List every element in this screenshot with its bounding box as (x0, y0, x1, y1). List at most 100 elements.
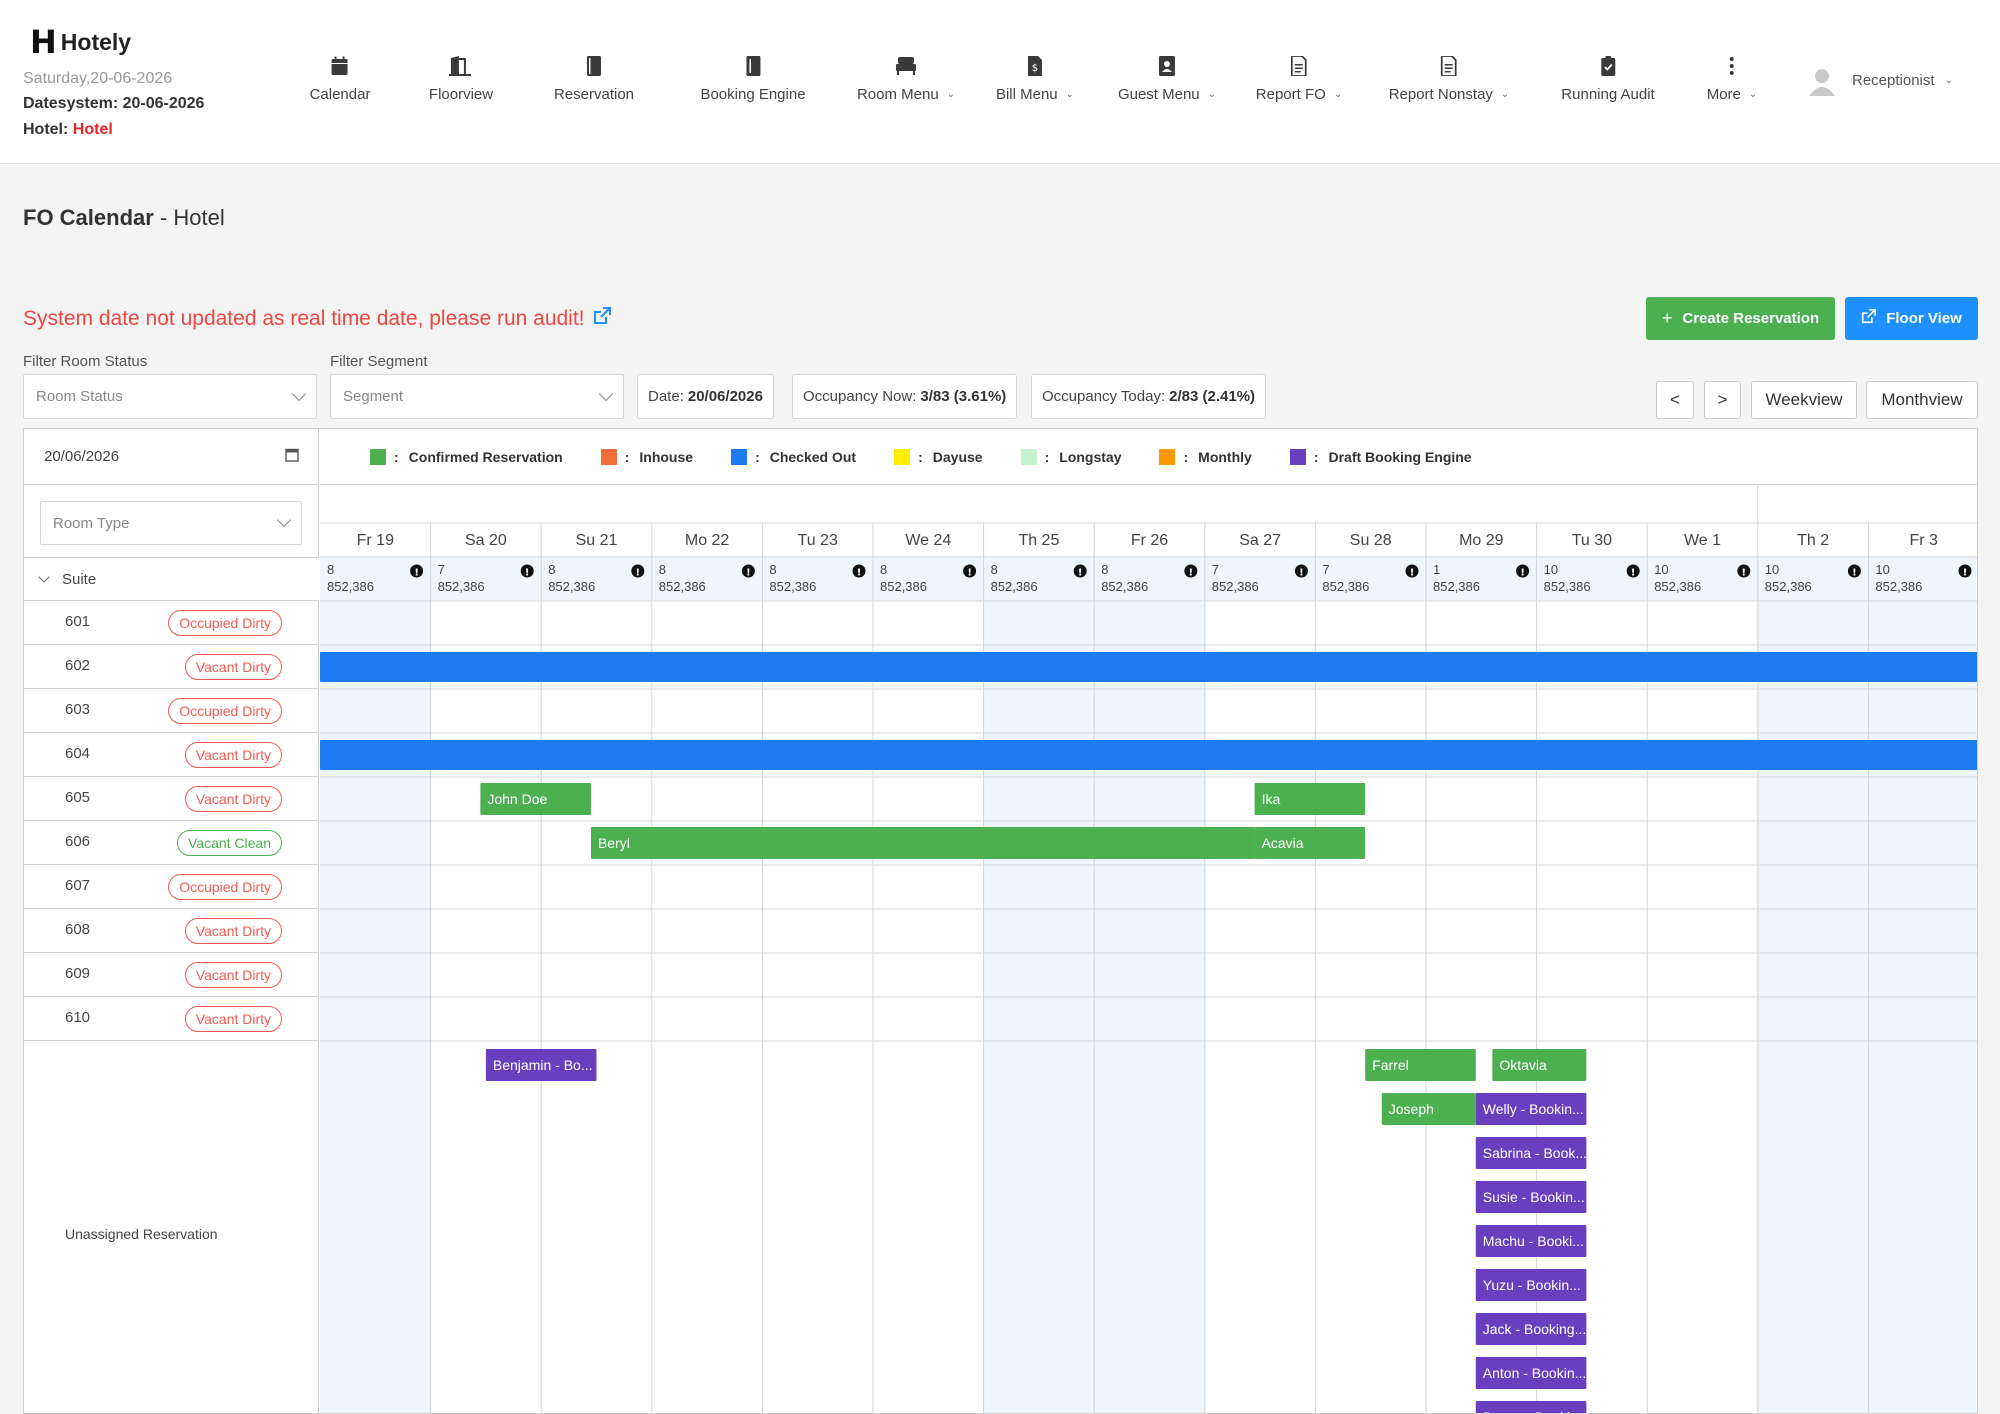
calendar-icon[interactable] (285, 448, 299, 466)
nav-report-fo[interactable]: Report FO ⌄ (1256, 54, 1342, 106)
monthview-button[interactable]: Monthview (1866, 381, 1978, 419)
nav-more[interactable]: More ⌄ (1707, 54, 1757, 106)
reservation-bar[interactable] (320, 652, 1978, 682)
room-status-badge[interactable]: Vacant Dirty (184, 918, 282, 944)
room-status-placeholder: Room Status (36, 388, 123, 405)
reservation-label[interactable]: Beryl (598, 835, 630, 851)
day-label: Sa 20 (465, 532, 507, 549)
clipboard-check-icon (1600, 54, 1616, 78)
brand-name: Hotely (60, 28, 132, 55)
nav-guest-menu[interactable]: Guest Menu ⌄ (1118, 54, 1216, 106)
bed-icon (895, 54, 917, 78)
reservation-label[interactable]: Ika (1262, 791, 1281, 807)
room-type-select[interactable]: Room Type (40, 501, 302, 545)
brand-mark: H (30, 23, 57, 61)
room-row[interactable]: 602 Vacant Dirty (24, 645, 319, 689)
reservation-label[interactable]: Machu - Booki... (1483, 1233, 1584, 1249)
room-row[interactable]: 608 Vacant Dirty (24, 909, 319, 953)
available-count: 1 (1433, 562, 1440, 577)
reservation-label[interactable]: Yuzu - Bookin... (1483, 1277, 1581, 1293)
reservation-label[interactable]: Oktavia (1499, 1057, 1547, 1073)
room-status-badge[interactable]: Vacant Dirty (184, 962, 282, 988)
nav-label: Report FO (1255, 86, 1326, 103)
reservation-label[interactable]: Susie - Bookin... (1483, 1189, 1585, 1205)
top-navbar: H Hotely Saturday,20-06-2026 Datesystem:… (0, 0, 2000, 164)
nav-reservation[interactable]: Reservation (554, 54, 634, 106)
prev-button[interactable]: < (1656, 381, 1694, 419)
nav-calendar[interactable]: Calendar (310, 54, 370, 106)
chevron-down-icon: ⌄ (1065, 89, 1075, 100)
legend-item: : Inhouse (600, 448, 693, 465)
system-date: Datesystem: 20-06-2026 (23, 95, 205, 112)
room-row[interactable]: 610 Vacant Dirty (24, 997, 319, 1041)
reservation-label[interactable]: Farrel (1372, 1057, 1409, 1073)
legend-label: Draft Booking Engine (1328, 448, 1472, 465)
user-avatar-icon[interactable] (1807, 66, 1837, 96)
room-status-badge[interactable]: Vacant Dirty (184, 742, 282, 768)
reservation-label[interactable]: John Doe (487, 791, 547, 807)
room-status-badge[interactable]: Occupied Dirty (168, 610, 282, 636)
reservation-label[interactable]: Sabrina - Book... (1483, 1145, 1587, 1161)
segment-select[interactable]: Segment (330, 374, 624, 419)
room-status-badge[interactable]: Vacant Dirty (184, 786, 282, 812)
weekview-button[interactable]: Weekview (1751, 381, 1857, 419)
create-reservation-button[interactable]: + Create Reservation (1646, 297, 1835, 340)
room-status-badge[interactable]: Vacant Dirty (184, 654, 282, 680)
day-price: 852,386 (1544, 579, 1591, 594)
day-price: 852,386 (327, 579, 374, 594)
reservation-label[interactable]: Acavia (1262, 835, 1304, 851)
nav-booking-engine[interactable]: Booking Engine (700, 54, 806, 106)
reservation-bar[interactable] (320, 740, 1978, 770)
nav-floorview[interactable]: Floorview (429, 54, 493, 106)
chevron-down-icon: ⌄ (1207, 89, 1217, 100)
floor-view-label: Floor View (1886, 310, 1962, 327)
info-icon-glyph: ! (1410, 568, 1415, 579)
reservation-grid: Fr 19 8 852,386! Sa 20 7 852,386! Su 21 8 852,38… (320, 486, 1978, 1414)
brand-logo[interactable]: H Hotely (30, 26, 131, 58)
reservation-label[interactable]: Welly - Bookin... (1483, 1101, 1584, 1117)
reservation-label[interactable]: Benjamin - Bo... (493, 1057, 593, 1073)
book-icon (744, 54, 762, 78)
room-status-badge[interactable]: Vacant Clean (176, 830, 282, 856)
room-status-badge[interactable]: Occupied Dirty (168, 698, 282, 724)
chevron-down-icon (598, 386, 614, 401)
nav-running-audit[interactable]: Running Audit (1561, 54, 1655, 106)
next-button[interactable]: > (1704, 381, 1741, 419)
room-row[interactable]: 603 Occupied Dirty (24, 689, 319, 733)
day-price: 852,386 (1765, 579, 1812, 594)
info-icon-glyph: ! (1299, 568, 1304, 579)
nav-report-nonstay[interactable]: Report Nonstay ⌄ (1389, 54, 1509, 106)
day-label: Mo 22 (685, 532, 730, 549)
user-menu[interactable]: Receptionist ⌄ (1852, 72, 1953, 89)
room-group-suite[interactable]: Suite (24, 557, 319, 601)
reservation-label[interactable]: Jack - Booking... (1483, 1321, 1587, 1337)
reservation-label[interactable]: Benny - Booki... (1483, 1409, 1582, 1414)
room-row[interactable]: 601 Occupied Dirty (24, 601, 319, 645)
room-status-badge[interactable]: Occupied Dirty (168, 874, 282, 900)
report-icon (1291, 54, 1307, 78)
weekend-column-shade (320, 601, 431, 1413)
available-count: 10 (1875, 562, 1889, 577)
available-count: 10 (1654, 562, 1668, 577)
reservation-bar[interactable] (590, 827, 1255, 859)
day-label: We 1 (1684, 532, 1721, 549)
calendar-date-input[interactable]: 20/06/2026 (24, 429, 319, 485)
date-chip-value: 20/06/2026 (687, 388, 763, 405)
external-link-icon[interactable] (593, 307, 611, 331)
reservation-label[interactable]: Joseph (1389, 1101, 1434, 1117)
reservation-label[interactable]: Anton - Bookin... (1483, 1365, 1587, 1381)
nav-label: Reservation (553, 86, 635, 103)
fo-calendar: 20/06/2026 Room Type Suite 601 Occupied D… (23, 428, 1978, 1414)
create-reservation-label: Create Reservation (1682, 310, 1820, 327)
room-row[interactable]: 606 Vacant Clean (24, 821, 319, 865)
room-row[interactable]: 607 Occupied Dirty (24, 865, 319, 909)
floor-view-button[interactable]: Floor View (1845, 297, 1978, 340)
room-row[interactable]: 605 Vacant Dirty (24, 777, 319, 821)
nav-bill-menu[interactable]: $ Bill Menu ⌄ (996, 54, 1074, 106)
room-status-select[interactable]: Room Status (23, 374, 317, 419)
room-status-badge[interactable]: Vacant Dirty (184, 1006, 282, 1032)
legend-item: : Longstay (1020, 448, 1121, 465)
room-row[interactable]: 609 Vacant Dirty (24, 953, 319, 997)
nav-room-menu[interactable]: Room Menu ⌄ (857, 54, 955, 106)
room-row[interactable]: 604 Vacant Dirty (24, 733, 319, 777)
